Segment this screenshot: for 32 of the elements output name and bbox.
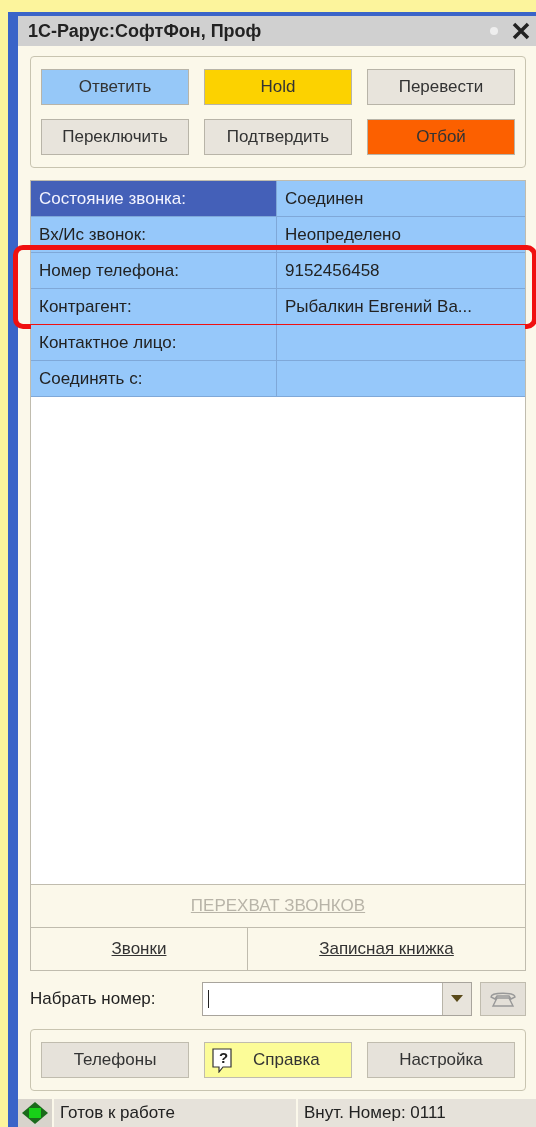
field-label-cell[interactable]: Вх/Ис звонок: bbox=[31, 217, 277, 252]
field-value-cell-text: Соединен bbox=[284, 187, 365, 210]
field-label-cell[interactable]: Контрагент: bbox=[31, 289, 277, 324]
call-action-button[interactable]: Ответить bbox=[41, 69, 189, 105]
field-value-cell-text: Рыбалкин Евгений Ва... bbox=[284, 295, 474, 318]
dial-label: Набрать номер: bbox=[30, 989, 157, 1009]
status-light-icon bbox=[21, 1101, 49, 1125]
call-action-button[interactable]: Подтвердить bbox=[204, 119, 352, 155]
call-action-button[interactable]: Перевести bbox=[367, 69, 515, 105]
help-icon bbox=[211, 1047, 233, 1073]
telephone-icon bbox=[489, 990, 517, 1008]
status-text: Готов к работе bbox=[54, 1099, 296, 1127]
dial-button[interactable] bbox=[480, 982, 526, 1016]
close-icon[interactable] bbox=[512, 22, 530, 40]
call-action-button[interactable]: Переключить bbox=[41, 119, 189, 155]
toolbar-button[interactable]: Телефоны bbox=[41, 1042, 189, 1078]
field-value-cell-text: Неопределено bbox=[284, 223, 402, 246]
question-mark-icon: ? bbox=[219, 1049, 229, 1066]
pin-icon[interactable] bbox=[490, 27, 498, 35]
extension-number: Внут. Номер: 0111 bbox=[298, 1099, 536, 1127]
field-label-cell[interactable]: Номер телефона: bbox=[31, 253, 277, 288]
nav-link[interactable]: Звонки bbox=[111, 939, 167, 959]
dial-number-field[interactable] bbox=[202, 982, 472, 1016]
nav-link[interactable]: Записная книжка bbox=[319, 939, 454, 959]
dropdown-icon[interactable] bbox=[442, 983, 471, 1015]
field-value-cell-text: 9152456458 bbox=[284, 259, 381, 282]
toolbar-button[interactable]: ? Справка bbox=[204, 1042, 352, 1078]
call-action-button[interactable]: Hold bbox=[204, 69, 352, 105]
toolbar-button[interactable]: Настройка bbox=[367, 1042, 515, 1078]
window-title: 1С-Рарус:СофтФон, Проф bbox=[28, 20, 263, 42]
call-action-button[interactable]: Отбой bbox=[367, 119, 515, 155]
field-label-cell[interactable]: Состояние звонка: bbox=[31, 181, 277, 216]
